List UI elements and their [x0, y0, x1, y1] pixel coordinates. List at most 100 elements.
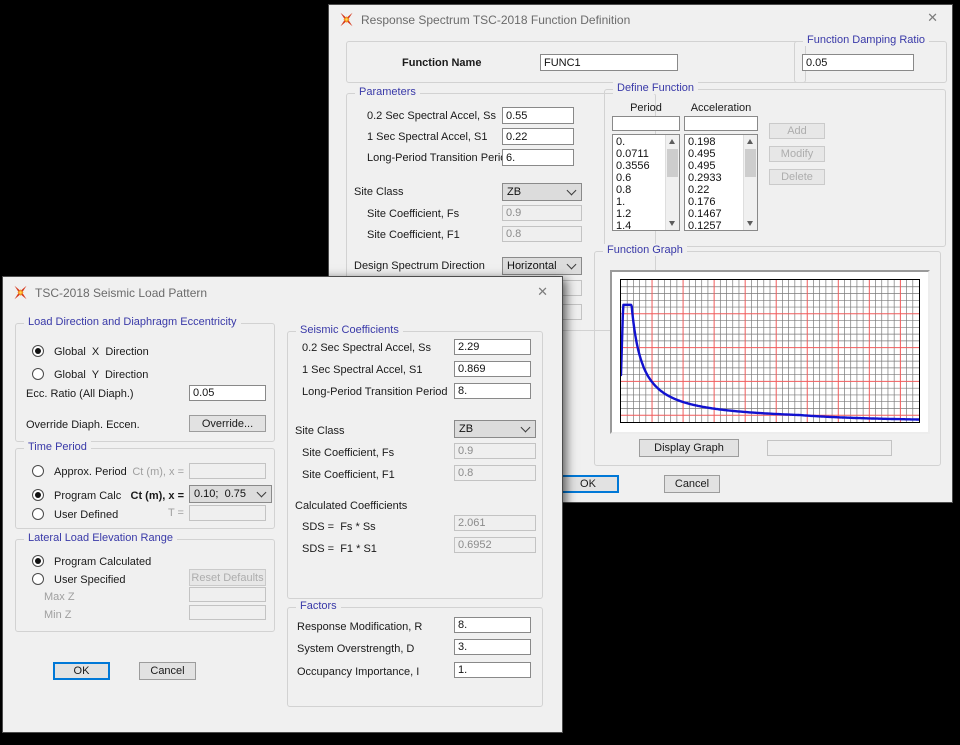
acceleration-listbox[interactable]: 0.1980.4950.4950.29330.220.1760.14670.12…: [684, 134, 758, 231]
list-item[interactable]: 0.1257: [685, 220, 743, 231]
load-direction-group: Load Direction and Diaphragm Eccentricit…: [15, 323, 275, 442]
transition-period-label: Long-Period Transition Period: [302, 386, 448, 398]
site-class-label: Site Class: [295, 425, 345, 437]
list-item[interactable]: 0.198: [685, 136, 743, 148]
site-coeff-fs-label: Site Coefficient, Fs: [367, 208, 459, 220]
program-ct-select[interactable]: 0.10; 0.75: [189, 485, 272, 503]
chevron-down-icon: [257, 488, 267, 498]
global-y-radio[interactable]: [32, 368, 44, 380]
s1-input[interactable]: [502, 128, 574, 145]
transition-period-input[interactable]: [454, 383, 531, 399]
global-x-radio[interactable]: [32, 345, 44, 357]
site-class-select[interactable]: ZB: [502, 183, 582, 201]
site-class-label: Site Class: [354, 186, 404, 198]
function-name-label: Function Name: [402, 57, 481, 69]
load-direction-label: Load Direction and Diaphragm Eccentricit…: [24, 316, 241, 328]
approx-period-radio[interactable]: [32, 465, 44, 477]
period-edit[interactable]: [612, 116, 680, 131]
list-item[interactable]: 0.1467: [685, 208, 743, 220]
cancel-button[interactable]: Cancel: [139, 662, 196, 680]
list-item[interactable]: 0.22: [685, 184, 743, 196]
list-item[interactable]: 1.: [613, 196, 665, 208]
s1-label: 1 Sec Spectral Accel, S1: [367, 131, 487, 143]
approx-ct-input: [189, 463, 266, 479]
scroll-up-icon[interactable]: [666, 135, 679, 148]
list-item[interactable]: 0.495: [685, 148, 743, 160]
chevron-down-icon: [567, 186, 577, 196]
list-item[interactable]: 0.0711: [613, 148, 665, 160]
scrollbar[interactable]: [665, 135, 679, 230]
site-class-select[interactable]: ZB: [454, 420, 536, 438]
seismic-coefficients-label: Seismic Coefficients: [296, 324, 403, 336]
override-button[interactable]: Override...: [189, 415, 266, 432]
calculated-coefficients-label: Calculated Coefficients: [295, 500, 407, 512]
transition-period-input[interactable]: [502, 149, 574, 166]
sds-fs-ss-label: SDS = Fs * Ss: [302, 521, 376, 533]
ok-button[interactable]: OK: [557, 475, 619, 493]
list-item[interactable]: 0.8: [613, 184, 665, 196]
acceleration-edit[interactable]: [684, 116, 758, 131]
list-item[interactable]: 0.: [613, 136, 665, 148]
list-item[interactable]: 0.6: [613, 172, 665, 184]
user-defined-radio[interactable]: [32, 508, 44, 520]
damping-ratio-input[interactable]: [802, 54, 914, 71]
list-item[interactable]: 0.3556: [613, 160, 665, 172]
dialog-title: Response Spectrum TSC-2018 Function Defi…: [361, 13, 630, 27]
site-coeff-fs-input: [454, 443, 536, 459]
function-name-input[interactable]: [540, 54, 678, 71]
chevron-down-icon: [567, 260, 577, 270]
scrollbar-thumb[interactable]: [667, 149, 678, 177]
occupancy-importance-input[interactable]: [454, 662, 531, 678]
scrollbar[interactable]: [743, 135, 757, 230]
display-graph-button[interactable]: Display Graph: [639, 439, 739, 457]
system-overstrength-label: System Overstrength, D: [297, 643, 414, 655]
site-coeff-f1-label: Site Coefficient, F1: [302, 469, 395, 481]
site-coeff-f1-input: [502, 226, 582, 242]
cancel-button[interactable]: Cancel: [664, 475, 720, 493]
user-specified-radio[interactable]: [32, 573, 44, 585]
factors-label: Factors: [296, 600, 341, 612]
scrollbar-thumb[interactable]: [745, 149, 756, 177]
s1-input[interactable]: [454, 361, 531, 377]
seismic-coefficients-group: Seismic Coefficients 0.2 Sec Spectral Ac…: [287, 331, 543, 599]
app-logo-icon: [13, 285, 28, 300]
ss-label: 0.2 Sec Spectral Accel, Ss: [367, 110, 496, 122]
acceleration-header: Acceleration: [684, 102, 758, 114]
response-modification-input[interactable]: [454, 617, 531, 633]
program-calculated-radio[interactable]: [32, 555, 44, 567]
elevation-range-group: Lateral Load Elevation Range Program Cal…: [15, 539, 275, 632]
min-z-input: [189, 605, 266, 620]
front-titlebar: TSC-2018 Seismic Load Pattern ✕: [3, 277, 562, 307]
list-item[interactable]: 1.2: [613, 208, 665, 220]
spectrum-direction-select[interactable]: Horizontal: [502, 257, 582, 275]
time-period-label: Time Period: [24, 441, 91, 453]
close-icon[interactable]: ✕: [927, 11, 938, 25]
ok-button[interactable]: OK: [53, 662, 110, 680]
period-listbox[interactable]: 0.0.07110.35560.60.81.1.21.4: [612, 134, 680, 231]
user-specified-label: User Specified: [54, 574, 126, 586]
list-item[interactable]: 0.2933: [685, 172, 743, 184]
ecc-ratio-input[interactable]: [189, 385, 266, 401]
s1-label: 1 Sec Spectral Accel, S1: [302, 364, 422, 376]
screen: Response Spectrum TSC-2018 Function Defi…: [0, 0, 960, 745]
ss-input[interactable]: [502, 107, 574, 124]
list-item[interactable]: 0.176: [685, 196, 743, 208]
global-y-label: Global Y Direction: [54, 369, 148, 381]
ss-input[interactable]: [454, 339, 531, 355]
user-t-label: T =: [104, 507, 184, 519]
max-z-label: Max Z: [44, 591, 75, 603]
close-icon[interactable]: ✕: [537, 285, 548, 299]
time-period-group: Time Period Approx. Period Ct (m), x = P…: [15, 448, 275, 529]
scroll-up-icon[interactable]: [744, 135, 757, 148]
back-titlebar: Response Spectrum TSC-2018 Function Defi…: [329, 5, 952, 33]
ss-label: 0.2 Sec Spectral Accel, Ss: [302, 342, 431, 354]
system-overstrength-input[interactable]: [454, 639, 531, 655]
define-function-label: Define Function: [613, 82, 698, 94]
ecc-ratio-label: Ecc. Ratio (All Diaph.): [26, 388, 134, 400]
scroll-down-icon[interactable]: [744, 217, 757, 230]
scroll-down-icon[interactable]: [666, 217, 679, 230]
program-calc-radio[interactable]: [32, 489, 44, 501]
list-item[interactable]: 0.495: [685, 160, 743, 172]
list-item[interactable]: 1.4: [613, 220, 665, 231]
period-header: Period: [612, 102, 680, 114]
